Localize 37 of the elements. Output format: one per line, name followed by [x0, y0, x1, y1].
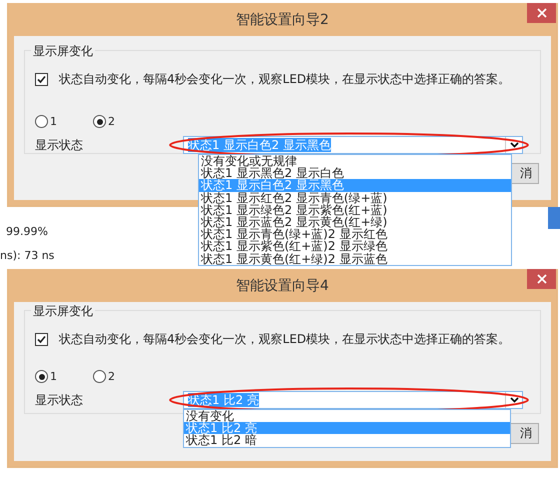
checkbox-label: 状态自动变化，每隔4秒会变化一次，观察LED模块，在显示状态中选择正确的答案。 [59, 331, 510, 348]
window-title: 智能设置向导2 [236, 10, 329, 28]
radio-label: 2 [108, 370, 115, 383]
dropdown-option[interactable]: 没有变化 [184, 410, 510, 422]
dropdown-option[interactable]: 状态1 显示青色(绿+蓝)2 显示红色 [199, 228, 511, 240]
radio-button[interactable] [93, 370, 106, 383]
window-title: 智能设置向导4 [236, 276, 329, 294]
caret-icon [510, 397, 518, 403]
radio-label: 1 [50, 115, 57, 128]
dropdown-option[interactable]: 状态1 显示红色2 显示青色(绿+蓝) [199, 192, 511, 204]
dropdown-option[interactable]: 状态1 比2 暗 [184, 434, 510, 447]
group-label: 显示屏变化 [31, 303, 95, 320]
checkbox-label: 状态自动变化，每隔4秒会变化一次，观察LED模块，在显示状态中选择正确的答案。 [59, 71, 510, 88]
dropdown-option[interactable]: 状态1 显示紫色(红+蓝)2 显示绿色 [199, 240, 511, 253]
scroll-bar [548, 207, 560, 229]
group-label: 显示屏变化 [31, 43, 95, 60]
dropdown-option[interactable]: 没有变化或无规律 [199, 155, 511, 168]
radio-button[interactable] [35, 115, 48, 128]
dropdown-option[interactable]: 状态1 显示黑色2 显示白色 [199, 167, 511, 180]
close-button[interactable] [527, 269, 556, 289]
field-label: 显示状态 [35, 392, 84, 408]
background-text: 99.99% [6, 225, 48, 238]
close-icon [536, 274, 546, 284]
checkbox[interactable] [35, 73, 48, 86]
close-button[interactable] [527, 3, 556, 23]
caret-icon [510, 142, 518, 148]
close-icon [536, 8, 546, 18]
radio-label: 2 [108, 115, 115, 128]
radio-label: 1 [50, 370, 57, 383]
checkbox[interactable] [35, 333, 48, 346]
background-text: ns): 73 ns [0, 249, 54, 262]
radio-button[interactable] [93, 115, 106, 128]
radio-button[interactable] [35, 370, 48, 383]
dropdown-option[interactable]: 状态1 显示黄色(红+绿)2 显示蓝色 [199, 252, 511, 265]
dropdown-option[interactable]: 状态1 显示蓝色2 显示黄色(红+绿) [199, 216, 511, 228]
dropdown-option[interactable]: 状态1 显示绿色2 显示紫色(红+蓝) [199, 204, 511, 216]
field-label: 显示状态 [35, 136, 84, 154]
